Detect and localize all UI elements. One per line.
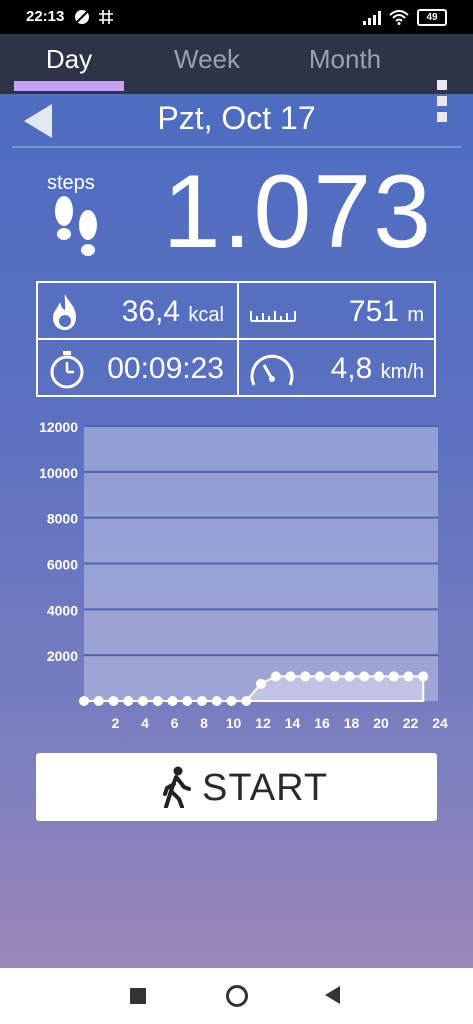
steps-label: steps — [47, 172, 95, 194]
x-tick-label-4: 4 — [141, 715, 149, 731]
back-icon[interactable] — [325, 986, 340, 1004]
speed-cell: 4,8 km/h — [238, 340, 436, 396]
tab-day[interactable]: Day — [7, 44, 131, 75]
status-time: 22:13 — [26, 8, 65, 25]
distance-cell: 751 m — [238, 283, 436, 339]
data-point-13 — [270, 671, 281, 682]
x-tick-label-10: 10 — [226, 715, 242, 731]
y-tick-label-2000: 2000 — [47, 648, 78, 664]
data-point-11 — [241, 696, 252, 706]
data-point-17 — [329, 671, 340, 682]
speed-unit: km/h — [380, 361, 424, 383]
stats-grid: 36,4 kcal 751 m 00:09:23 4,8 km/h — [36, 281, 436, 397]
data-point-6 — [167, 696, 178, 706]
step-count: 1.073 — [162, 154, 433, 270]
signal-icon — [363, 10, 381, 25]
start-button[interactable]: START — [36, 753, 437, 821]
x-tick-label-22: 22 — [403, 715, 419, 731]
x-tick-label-24: 24 — [432, 715, 448, 731]
x-tick-label-16: 16 — [314, 715, 330, 731]
system-navigation-bar — [0, 968, 473, 1024]
data-point-2 — [108, 696, 119, 706]
data-point-18 — [344, 671, 355, 682]
x-tick-label-20: 20 — [373, 715, 389, 731]
x-tick-label-2: 2 — [112, 715, 120, 731]
data-point-0 — [79, 696, 89, 706]
wifi-icon — [389, 10, 409, 25]
status-right: 49 — [363, 9, 447, 26]
home-icon[interactable] — [226, 985, 248, 1007]
ruler-icon — [250, 311, 296, 322]
x-tick-label-6: 6 — [171, 715, 179, 731]
y-tick-label-8000: 8000 — [47, 511, 78, 527]
flame-icon — [53, 294, 76, 330]
data-point-1 — [93, 696, 104, 706]
data-point-3 — [123, 696, 134, 706]
y-tick-label-6000: 6000 — [47, 557, 78, 573]
data-point-9 — [211, 696, 222, 706]
date-navigation: Pzt, Oct 17 — [0, 94, 473, 146]
x-tick-label-12: 12 — [255, 715, 271, 731]
data-point-10 — [226, 696, 237, 706]
data-point-14 — [285, 671, 296, 682]
data-point-22 — [403, 671, 414, 682]
distance-value: 751 — [348, 295, 399, 328]
y-tick-label-12000: 12000 — [39, 419, 78, 435]
blocked-icon — [75, 10, 89, 24]
walking-person-icon — [163, 766, 191, 808]
y-tick-label-4000: 4000 — [47, 602, 78, 618]
data-point-4 — [138, 696, 148, 706]
data-point-8 — [197, 696, 207, 706]
x-tick-label-18: 18 — [344, 715, 360, 731]
battery-icon: 49 — [417, 9, 447, 26]
footprints-icon — [55, 196, 97, 256]
tab-month[interactable]: Month — [283, 44, 407, 75]
speedometer-icon — [250, 354, 294, 386]
data-point-7 — [182, 696, 193, 706]
duration-cell: 00:09:23 — [38, 340, 236, 396]
start-button-label: START — [202, 767, 329, 809]
calories-value: 36,4 — [121, 295, 181, 328]
divider — [12, 146, 461, 148]
y-tick-label-10000: 10000 — [39, 465, 78, 481]
data-point-21 — [388, 671, 399, 682]
active-tab-indicator — [14, 81, 124, 91]
x-tick-label-14: 14 — [285, 715, 301, 731]
duration-value: 00:09:23 — [107, 352, 224, 385]
calories-unit: kcal — [188, 304, 224, 326]
data-point-5 — [152, 696, 163, 706]
current-date: Pzt, Oct 17 — [157, 100, 316, 136]
data-point-16 — [315, 671, 325, 682]
hashtag-icon — [99, 10, 113, 24]
data-point-19 — [359, 671, 370, 682]
status-bar: 22:13 49 — [0, 0, 473, 34]
speed-value: 4,8 — [330, 352, 373, 385]
data-point-15 — [300, 671, 311, 682]
data-point-12 — [256, 678, 266, 689]
calories-cell: 36,4 kcal — [38, 283, 236, 339]
tab-week[interactable]: Week — [145, 44, 269, 75]
recent-apps-icon[interactable] — [130, 988, 146, 1004]
status-notification-icons — [74, 9, 114, 25]
distance-unit: m — [407, 304, 424, 326]
steps-chart: 200040006000800010000120002 4 6 8 10 12 14 16 18… — [39, 419, 448, 731]
x-tick-label-8: 8 — [200, 715, 208, 731]
data-point-23 — [418, 671, 429, 682]
stopwatch-icon — [50, 351, 84, 389]
data-point-20 — [374, 671, 384, 682]
